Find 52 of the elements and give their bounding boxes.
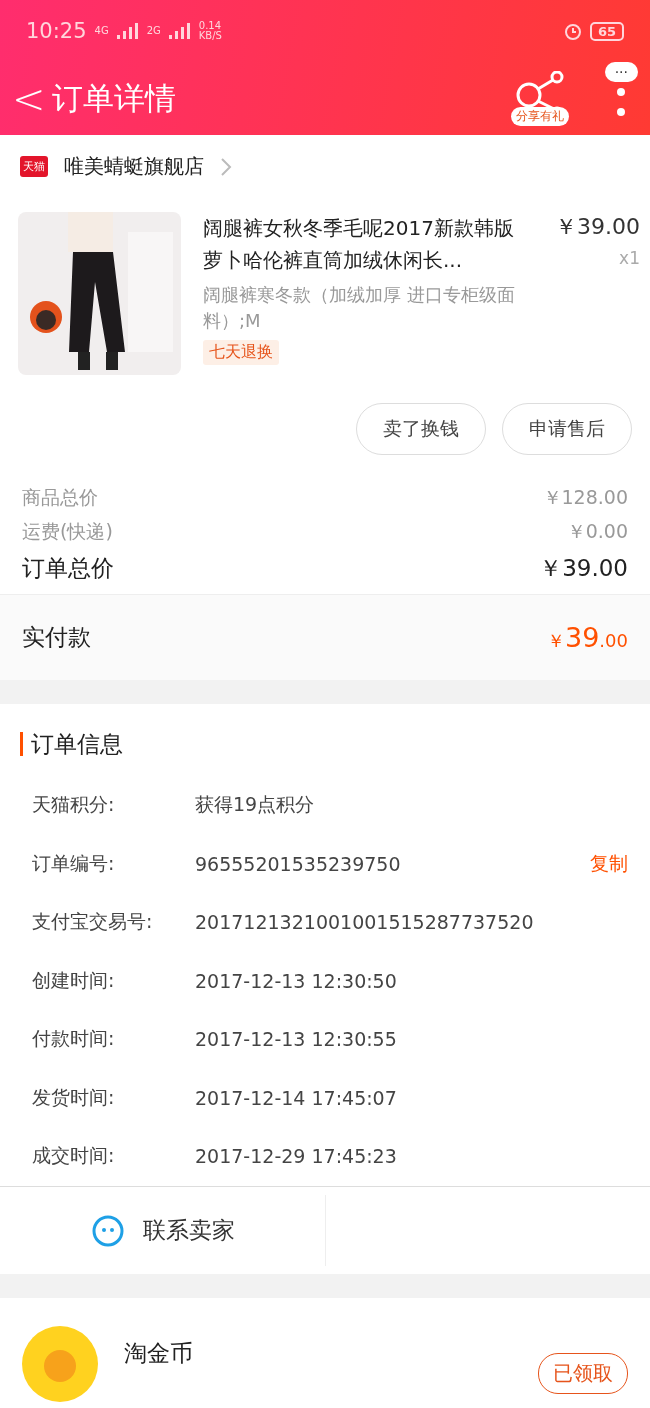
- info-value: 2017-12-29 17:45:23: [195, 1145, 398, 1168]
- back-button[interactable]: <: [12, 78, 46, 119]
- product-quantity: x1: [619, 248, 640, 268]
- summary-label: 订单总价: [22, 554, 114, 583]
- coin-title: 淘金币: [124, 1339, 194, 1368]
- product-sku: 阔腿裤寒冬款（加绒加厚 进口专柜级面料）;M: [203, 283, 516, 333]
- alarm-icon: [563, 22, 582, 40]
- info-value: 2017121321001001515287737520: [195, 911, 535, 934]
- status-time: 10:25: [26, 19, 87, 43]
- signal-icon: [168, 23, 191, 39]
- network-speed: 0.14: [198, 21, 222, 31]
- signal-icon: [116, 23, 139, 39]
- claimed-button[interactable]: 已领取: [538, 1353, 628, 1394]
- info-value: 获得19点积分: [195, 792, 316, 818]
- chat-face-icon: [90, 1213, 125, 1247]
- summary-value: ￥128.00: [542, 485, 628, 510]
- share-label: 分享有礼: [510, 107, 569, 126]
- info-label: 订单编号:: [32, 850, 116, 876]
- product-price: ￥39.00: [555, 213, 640, 241]
- info-label: 创建时间:: [32, 967, 116, 993]
- network-label: 2G: [146, 26, 161, 36]
- return-tag: 七天退换: [203, 340, 279, 365]
- action-button[interactable]: 申请售后: [502, 403, 632, 455]
- page-title: 订单详情: [51, 78, 176, 118]
- summary-value: ￥39.00: [539, 554, 628, 583]
- network-label: 4G: [94, 26, 109, 36]
- info-value: 96555201535239750: [195, 852, 402, 875]
- coin-icon: [22, 1325, 98, 1402]
- action-button[interactable]: 卖了换钱: [356, 403, 486, 455]
- paid-label: 实付款: [22, 623, 91, 652]
- summary-value: ￥0.00: [566, 519, 628, 544]
- info-label: 付款时间:: [32, 1026, 116, 1052]
- shop-name[interactable]: 唯美蜻蜓旗舰店: [64, 153, 204, 180]
- paid-amount: ￥39.00: [547, 622, 628, 653]
- share-button[interactable]: 分享有礼: [510, 71, 569, 126]
- summary-label: 商品总价: [22, 485, 98, 510]
- section-title: 订单信息: [20, 732, 630, 756]
- more-button[interactable]: ···: [604, 61, 638, 82]
- tmall-badge: 天猫: [20, 156, 48, 177]
- info-label: 支付宝交易号:: [32, 909, 154, 935]
- summary-label: 运费(快递): [22, 519, 113, 544]
- speed-unit: KB/S: [198, 31, 222, 41]
- battery-level: 65: [589, 21, 624, 41]
- info-label: 成交时间:: [32, 1143, 116, 1169]
- chevron-right-icon: [220, 156, 232, 177]
- info-label: 发货时间:: [32, 1084, 116, 1110]
- contact-seller-button[interactable]: 联系卖家: [0, 1194, 326, 1266]
- info-value: 2017-12-13 12:30:50: [195, 969, 398, 992]
- product-title[interactable]: 阔腿裤女秋冬季毛呢2017新款韩版萝卜哈伦裤直筒加绒休闲长...: [203, 212, 533, 276]
- info-value: 2017-12-13 12:30:55: [195, 1028, 398, 1051]
- info-value: 2017-12-14 17:45:07: [195, 1086, 398, 1109]
- info-label: 天猫积分:: [32, 792, 116, 818]
